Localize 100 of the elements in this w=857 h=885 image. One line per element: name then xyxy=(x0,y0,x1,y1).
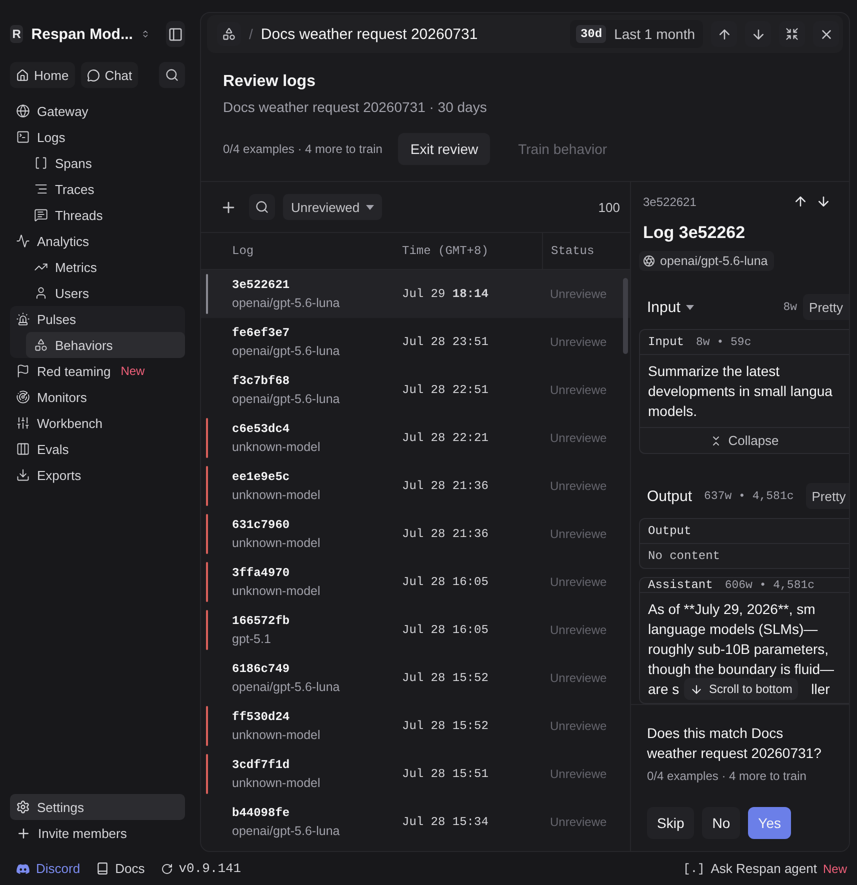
user-icon xyxy=(34,286,48,300)
log-row[interactable]: 6186c749 openai/gpt-5.6-luna Jul 28 15:52 Unreviewe xyxy=(201,654,630,702)
log-row[interactable]: 631c7960 unknown-model Jul 28 21:36 Unreviewe xyxy=(201,510,630,558)
breadcrumb-separator: / xyxy=(249,26,253,42)
nav-item[interactable]: Monitors xyxy=(10,384,93,410)
log-row[interactable]: 3ffa4970 unknown-model Jul 28 16:05 Unreviewe xyxy=(201,558,630,606)
status-cell-text: Unreviewe xyxy=(549,719,608,733)
log-row[interactable]: 3e522621 openai/gpt-5.6-luna Jul 29 18:14 Unreviewe xyxy=(201,270,630,318)
brackets-icon xyxy=(34,156,48,170)
time-cell-text: Jul 28 21:36 xyxy=(402,479,490,493)
log-title: Log 3e52262 xyxy=(643,223,746,243)
log-id: f3c7bf68 xyxy=(232,374,291,388)
message-icon xyxy=(34,208,48,222)
status-cell-text: Unreviewe xyxy=(549,575,608,589)
text-line: though the boundary is fluid— xyxy=(648,660,836,679)
nav-item[interactable]: Pulses xyxy=(10,306,82,332)
status-cell-text: Unreviewe xyxy=(549,479,608,493)
columns-icon xyxy=(16,442,30,456)
nav-item[interactable]: Analytics xyxy=(10,228,96,254)
model-name: openai/gpt-5.6-luna xyxy=(232,392,341,406)
time-cell-text: Jul 28 16:05 xyxy=(402,575,490,589)
output-stats: 637w • 4,581c xyxy=(704,490,794,502)
model-name: unknown-model xyxy=(232,728,322,742)
nav-item[interactable]: Spans xyxy=(26,150,185,176)
nav-item[interactable]: Behaviors xyxy=(26,332,185,358)
nav-item[interactable]: Workbench xyxy=(10,410,109,436)
text-line: are s xyxy=(648,680,680,699)
log-id: 3e522621 xyxy=(232,278,291,292)
nav-item[interactable]: Red teaming xyxy=(10,358,117,384)
model-chip: openai/gpt-5.6-luna xyxy=(639,251,774,271)
model-name: openai/gpt-5.6-luna xyxy=(232,824,341,838)
time-cell-text: Jul 28 15:52 xyxy=(402,719,490,733)
column-header: Log xyxy=(232,244,255,258)
footer-link[interactable]: Discord xyxy=(16,861,80,876)
answer-button[interactable]: No xyxy=(702,807,740,839)
pretty-button[interactable]: Pretty xyxy=(806,483,849,509)
status-cell-text: Unreviewe xyxy=(549,623,608,637)
review-title: Review logs xyxy=(223,73,316,91)
search-button[interactable] xyxy=(249,194,275,220)
time-cell-text: Jul 28 15:34 xyxy=(402,815,490,829)
text-line: Summarize the latest xyxy=(648,362,780,381)
panel-icon xyxy=(168,26,183,42)
nav-item[interactable]: Logs xyxy=(10,124,72,150)
search-button[interactable] xyxy=(159,62,185,88)
model-name: unknown-model xyxy=(232,488,322,502)
answer-button[interactable]: Skip xyxy=(647,807,694,839)
nav-item[interactable]: Traces xyxy=(26,176,185,202)
nav-item[interactable]: Exports xyxy=(10,462,88,488)
scrollbar-thumb[interactable] xyxy=(623,278,628,354)
log-row[interactable]: 166572fb gpt-5.1 Jul 28 16:05 Unreviewe xyxy=(201,606,630,654)
log-row[interactable]: b44098fe openai/gpt-5.6-luna Jul 28 15:34 Unreviewe xyxy=(201,798,630,846)
footer-link[interactable]: Docs xyxy=(96,861,145,876)
text-line: As of **July 29, 2026**, sm xyxy=(648,600,816,619)
nav-item[interactable]: Evals xyxy=(10,436,75,462)
nav-item[interactable]: Settings xyxy=(10,794,185,820)
workspace-name[interactable]: Respan Mod... xyxy=(31,26,133,42)
quick-nav-button[interactable]: Home xyxy=(10,62,75,88)
block-stats: 8w • 59c xyxy=(696,336,752,348)
time-cell-text: Jul 28 23:51 xyxy=(402,335,490,349)
log-row[interactable]: c6e53dc4 unknown-model Jul 28 22:21 Unreviewe xyxy=(201,414,630,462)
text-line: language models (SLMs)— xyxy=(648,620,819,639)
log-row[interactable]: 3cdf7f1d unknown-model Jul 28 15:51 Unreviewe xyxy=(201,750,630,798)
empty-text: No content xyxy=(647,548,722,565)
nav-item[interactable]: Users xyxy=(26,280,185,306)
search-icon xyxy=(165,68,179,82)
download-icon xyxy=(16,468,30,482)
scroll-to-bottom-button[interactable]: Scroll to bottom xyxy=(684,678,798,700)
nav-item[interactable]: Gateway xyxy=(10,98,94,124)
breadcrumb-title: Docs weather request 20260731 xyxy=(260,26,478,42)
date-range-button[interactable]: 30d Last 1 month xyxy=(570,20,703,48)
log-id: c6e53dc4 xyxy=(232,422,291,436)
log-row[interactable]: ff530d24 unknown-model Jul 28 15:52 Unreviewe xyxy=(201,702,630,750)
quick-nav-button[interactable]: Chat xyxy=(80,62,138,88)
sidebar-toggle-button[interactable] xyxy=(166,21,186,47)
section-title: Input xyxy=(647,298,680,316)
ask-agent-link[interactable]: [.] Ask Respan agent xyxy=(683,861,817,876)
nav-item[interactable]: Threads xyxy=(26,202,185,228)
log-row[interactable]: ee1e9e5c unknown-model Jul 28 21:36 Unreviewe xyxy=(201,462,630,510)
log-row[interactable]: fe6ef3e7 openai/gpt-5.6-luna Jul 28 23:51 Unreviewe xyxy=(201,318,630,366)
block-label: Assistant xyxy=(648,578,713,592)
log-id: 166572fb xyxy=(232,614,291,628)
siren-icon xyxy=(16,312,30,326)
chevrons-icon[interactable] xyxy=(140,28,150,40)
log-id: 3ffa4970 xyxy=(232,566,291,580)
log-row[interactable]: f3c7bf68 openai/gpt-5.6-luna Jul 28 22:51 Unreviewe xyxy=(201,366,630,414)
down-arrow-icon[interactable] xyxy=(816,194,831,209)
text-line: developments in small langua xyxy=(648,382,834,401)
status-cell-text: Unreviewe xyxy=(549,671,608,685)
question-text: Does this match Docs weather request 20260731? xyxy=(647,724,822,763)
action-button[interactable]: Exit review xyxy=(398,133,490,165)
caret-icon xyxy=(366,204,374,210)
word-count: 8w xyxy=(783,300,798,314)
nav-item[interactable]: Metrics xyxy=(26,254,185,280)
log-id: 6186c749 xyxy=(232,662,291,676)
nav-item[interactable]: Invite members xyxy=(10,820,185,846)
pretty-button[interactable]: Pretty xyxy=(803,294,849,320)
filter-dropdown[interactable]: Unreviewed xyxy=(283,194,382,220)
status-cell-text: Unreviewe xyxy=(549,335,608,349)
collapse-button[interactable]: Collapse xyxy=(640,427,849,453)
footer-link[interactable]: v0.9.141 xyxy=(160,861,242,876)
